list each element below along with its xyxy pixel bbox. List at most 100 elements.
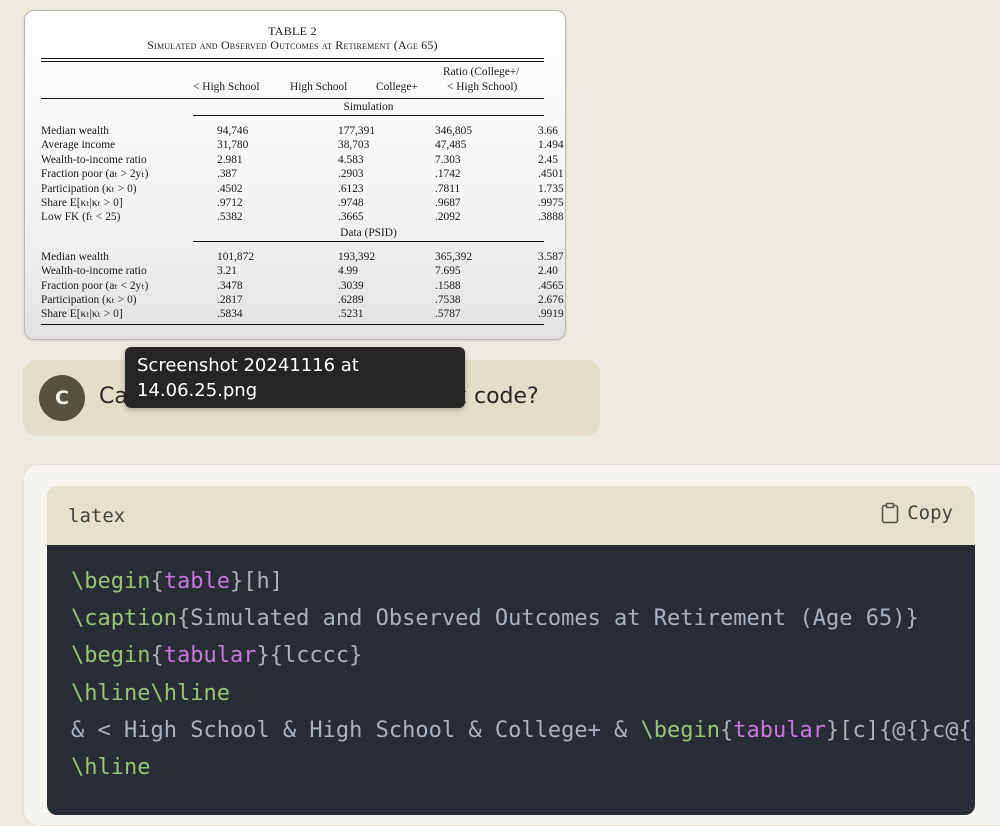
section-label: Data (PSID) — [340, 226, 397, 239]
code-line: \caption{Simulated and Observed Outcomes… — [71, 606, 919, 631]
code-token: \hline\hline — [71, 680, 230, 706]
copy-button[interactable]: Copy — [881, 502, 953, 524]
table-cell: .6289 — [338, 294, 364, 307]
code-token: \begin — [71, 569, 151, 594]
table-cell: 1.735 — [538, 182, 564, 195]
code-token: }[c]{@{}c@{ — [826, 717, 972, 743]
table-cell: .5231 — [338, 308, 364, 321]
col-header-4a: Ratio (College+/ — [443, 66, 520, 78]
table-cell: 47,485 — [435, 139, 467, 152]
code-token: { — [150, 643, 164, 669]
avatar[interactable]: C — [39, 375, 85, 421]
code-line: \hline\hline — [71, 681, 230, 706]
col-header-2: High School — [290, 81, 348, 93]
code-language-label: latex — [68, 505, 126, 527]
clipboard-icon — [881, 502, 899, 524]
table-row: Low FK (fₜ < 25) .5382 .3665 .2092 .3888 — [41, 210, 564, 224]
table-image: TABLE 2 Simulated and Observed Outcomes … — [41, 21, 564, 325]
code-token: tabular — [733, 717, 826, 743]
table-cell: .5382 — [217, 211, 243, 224]
code-line: \begin{table}[h] — [71, 569, 283, 594]
code-block-header: latex Copy — [47, 486, 975, 548]
user-message-head: Ca — [99, 384, 128, 409]
table-number: TABLE 2 — [268, 24, 317, 38]
table-row: Median wealth 101,872 193,392 365,392 3.587 — [41, 250, 564, 264]
code-token: { — [150, 569, 164, 594]
table-cell: .9748 — [338, 197, 364, 210]
table-cell: .387 — [217, 168, 237, 181]
code-token: { — [720, 717, 734, 743]
code-token: tabular — [163, 643, 257, 669]
table-cell: 2.676 — [538, 294, 564, 307]
row-label: Fraction poor (aₜ > 2yₜ) — [41, 168, 149, 181]
col-header-4b: < High School) — [447, 81, 518, 93]
bottom-rule — [41, 323, 544, 325]
table-cell: 2.45 — [538, 153, 558, 166]
code-token: \begin — [71, 643, 151, 669]
table-cell: .9712 — [217, 197, 243, 210]
table-caption: Simulated and Observed Outcomes at Retir… — [147, 38, 438, 52]
table-row: Fraction poor (aₜ < 2yₜ) .3478 .3039 .1588.… — [41, 279, 564, 293]
table-cell: .3888 — [538, 211, 564, 224]
table-cell: .4501 — [538, 168, 564, 181]
code-token: \hline — [71, 755, 151, 780]
table-cell: 346,805 — [435, 125, 473, 137]
table-cell: 3.21 — [217, 265, 237, 278]
table-cell: .4502 — [217, 182, 243, 195]
table-row: Median wealth 94,746 177,391 346,805 3.66 — [41, 124, 558, 138]
table-cell: .2092 — [435, 211, 461, 224]
table-cell: .5787 — [435, 308, 461, 321]
table-cell: 1.494 — [538, 139, 564, 152]
table-cell: .9919 — [538, 308, 564, 321]
table-cell: .2817 — [217, 294, 243, 307]
table-cell: 4.99 — [338, 265, 358, 278]
table-row: Average income 31,780 38,703 47,485 1.494 — [41, 138, 564, 152]
code-token: {Simulated and Observed Outcomes at Reti… — [176, 606, 919, 632]
table-row: Share E[κₜ|κₜ > 0] .9712 .9748 .9687 .9975 — [41, 196, 564, 210]
section-table: Median wealth 94,746 177,391 346,805 3.66 Ave… — [41, 124, 564, 225]
code-token: table — [163, 569, 230, 594]
code-line: \begin{tabular}{lcccc} — [71, 643, 362, 668]
table-cell: .1742 — [435, 168, 461, 181]
code-block[interactable]: \begin{table}[h] \caption{Simulated and O… — [47, 545, 975, 815]
table-cell: .1588 — [435, 279, 461, 292]
code-token: \caption — [71, 606, 177, 632]
table-row: Wealth-to-income ratio 2.981 4.583 7.303 2.4… — [41, 153, 558, 167]
table-cell: 38,703 — [338, 139, 370, 152]
table-cell: 365,392 — [435, 250, 473, 263]
attachment-thumbnail[interactable]: TABLE 2 Simulated and Observed Outcomes … — [24, 10, 566, 340]
table-row: Wealth-to-income ratio 3.21 4.99 7.695 2.40 — [41, 264, 558, 278]
table-cell: .4565 — [538, 279, 564, 292]
code-line: \hline — [71, 755, 150, 780]
table-cell: .3665 — [338, 211, 364, 224]
table-cell: .3478 — [217, 279, 243, 292]
row-label: Share E[κₜ|κₜ > 0] — [41, 197, 123, 210]
row-label: Participation (κₜ > 0) — [41, 294, 137, 307]
table-body: Simulation Median wealth 94,746 177,391 346,… — [41, 99, 564, 322]
table-cell: .6123 — [338, 182, 364, 195]
table-cell: 3.66 — [538, 125, 558, 137]
code-token: \begin — [640, 717, 721, 743]
table-cell: 101,872 — [217, 250, 255, 263]
table-cell: .9975 — [538, 197, 564, 210]
table-cell: 7.695 — [435, 265, 461, 278]
row-label: Wealth-to-income ratio — [41, 265, 147, 278]
row-label: Wealth-to-income ratio — [41, 153, 147, 166]
section-table: Median wealth 101,872 193,392 365,392 3.587 W… — [41, 250, 564, 322]
table-row: Participation (κₜ > 0) .2817 .6289 .7538 2.6… — [41, 293, 564, 307]
row-label: Median wealth — [41, 250, 110, 263]
table-cell: 2.40 — [538, 265, 558, 278]
row-label: Fraction poor (aₜ < 2yₜ) — [41, 279, 149, 292]
row-label: Share E[κₜ|κₜ > 0] — [41, 308, 123, 321]
col-header-3: College+ — [376, 81, 418, 93]
table-cell: .9687 — [435, 197, 461, 210]
row-label: Low FK (fₜ < 25) — [41, 211, 121, 224]
table-cell: .7811 — [435, 182, 461, 195]
table-row: Participation (κₜ > 0) .4502 .6123 .7811 1.7… — [41, 182, 564, 196]
section-label: Simulation — [343, 101, 394, 113]
row-label: Median wealth — [41, 125, 110, 137]
copy-label: Copy — [907, 502, 953, 524]
table-cell: 94,746 — [217, 125, 249, 137]
table-cell: 31,780 — [217, 139, 249, 152]
